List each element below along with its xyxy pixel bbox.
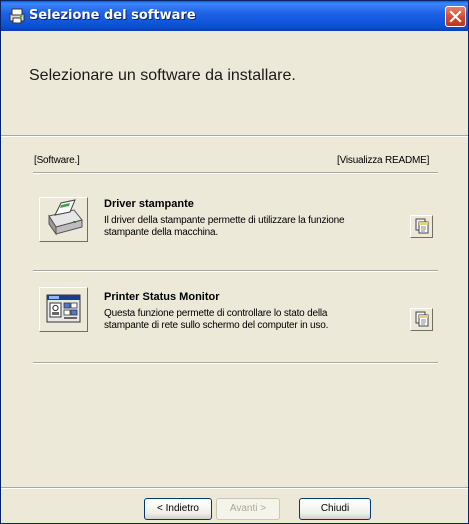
page-heading: Selezionare un software da installare. [29,67,296,84]
status-monitor-icon [46,294,81,323]
item-title: Driver stampante [104,198,194,210]
list-item-divider [33,270,438,272]
readme-status-monitor-button[interactable] [410,308,433,331]
item-description: Il driver della stampante permette di ut… [104,215,345,238]
software-column-label: [Software.] [34,155,80,166]
header-panel: Selezionare un software da installare. [1,31,468,136]
readme-driver-button[interactable] [410,215,433,238]
list-top-divider [33,172,438,174]
printer-icon [48,199,83,236]
list-bottom-divider [33,362,438,364]
close-icon [449,10,462,23]
setup-window: Selezione del software Selezionare un so… [0,0,469,524]
next-button[interactable]: Avanti > [216,498,280,520]
install-status-monitor-button[interactable] [39,287,88,332]
close-dialog-button[interactable]: Chiudi [299,498,371,520]
document-icon [415,218,429,234]
window-title: Selezione del software [29,8,196,23]
install-driver-button[interactable] [39,197,88,242]
item-description: Questa funzione permette di controllare … [104,308,329,331]
item-title: Printer Status Monitor [104,291,220,303]
document-icon [415,311,429,327]
footer-divider [1,487,468,489]
back-button[interactable]: < Indietro [144,498,212,520]
header-divider [1,135,468,137]
close-button[interactable] [445,6,466,27]
readme-column-label: [Visualizza README] [337,155,430,166]
title-bar[interactable]: Selezione del software [1,1,468,31]
app-icon [9,8,25,24]
